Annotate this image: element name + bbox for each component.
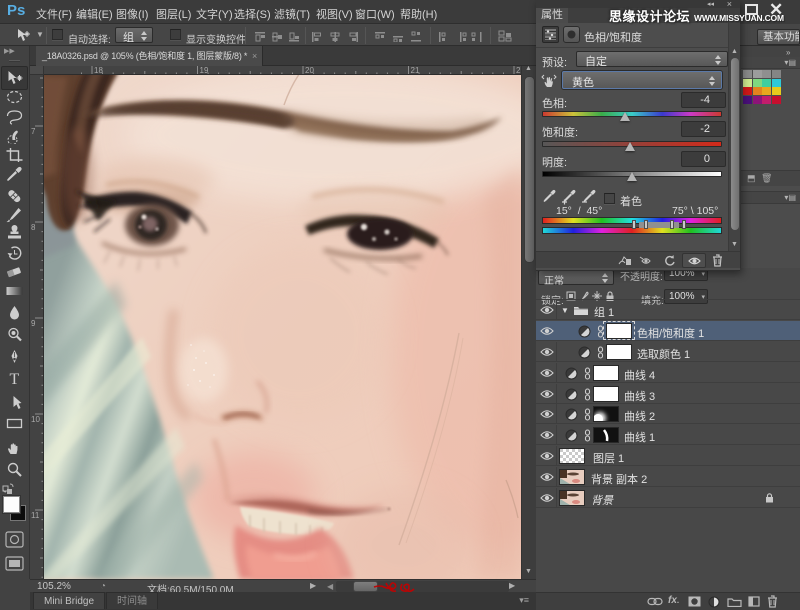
svg-text:T: T <box>10 371 20 386</box>
